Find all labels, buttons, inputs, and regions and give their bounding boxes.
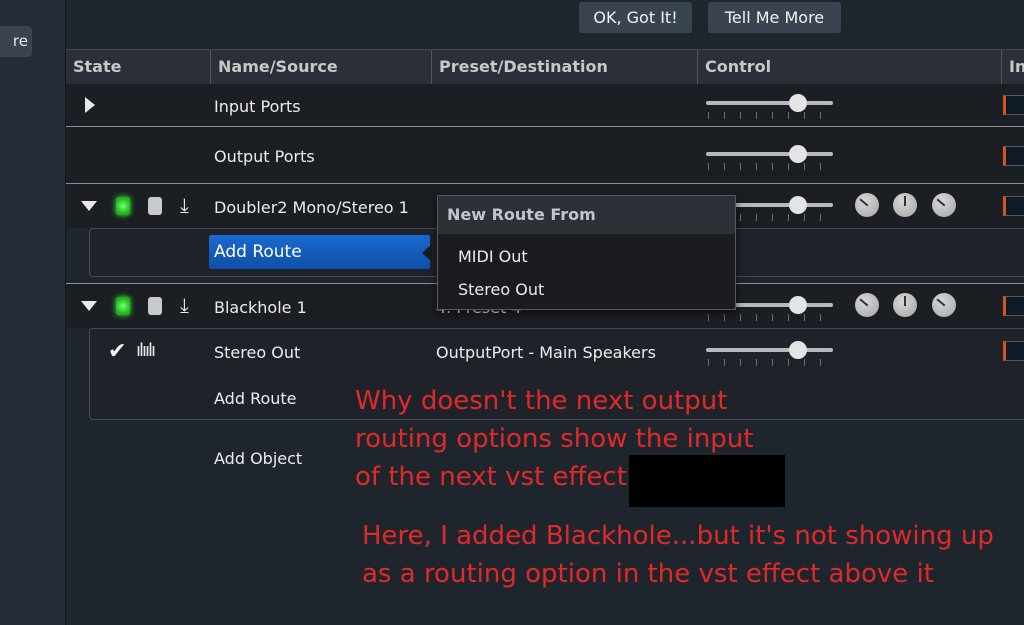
popup-pointer (422, 244, 432, 262)
row-label-blackhole: Blackhole 1 (214, 298, 307, 317)
slider-ticks (708, 359, 833, 366)
popup-item-stereo-out[interactable]: Stereo Out (458, 280, 544, 299)
collapse-arrow-icon[interactable] (81, 301, 97, 311)
power-led-icon[interactable] (116, 197, 130, 215)
volume-slider-handle[interactable] (789, 196, 807, 214)
new-route-popup: New Route From MIDI Out Stereo Out (437, 195, 736, 310)
annotation-line-5: as a routing option in the vst effect ab… (362, 559, 934, 589)
level-meter (1003, 146, 1024, 166)
notification-bar (66, 0, 1024, 48)
table-row-output-ports[interactable] (66, 127, 1024, 183)
slider-ticks (708, 314, 833, 321)
volume-slider-track[interactable] (706, 101, 833, 105)
ok-got-it-button[interactable]: OK, Got It! (579, 2, 692, 33)
tell-me-more-button[interactable]: Tell Me More (708, 2, 841, 33)
route-destination-main-speakers[interactable]: OutputPort - Main Speakers (436, 343, 656, 362)
row-label-input-ports: Input Ports (214, 97, 301, 116)
row-label-output-ports: Output Ports (214, 147, 315, 166)
rotary-knob-icon[interactable] (932, 293, 956, 317)
column-header-control[interactable]: Control (697, 50, 1001, 84)
left-panel-button[interactable]: re (0, 26, 32, 57)
bypass-led-icon[interactable] (148, 197, 162, 215)
level-meter (1003, 341, 1024, 361)
add-route-button-blackhole[interactable]: Add Route (214, 389, 297, 408)
slider-ticks (708, 112, 833, 119)
rotary-knob-icon[interactable] (855, 193, 879, 217)
bypass-led-icon[interactable] (148, 297, 162, 315)
rotary-knob-icon[interactable] (932, 193, 956, 217)
table-row-input-ports[interactable] (66, 84, 1024, 127)
popup-title: New Route From (438, 196, 735, 234)
volume-slider-track[interactable] (706, 152, 833, 156)
annotation-line-1: Why doesn't the next output (355, 386, 728, 416)
level-meter (1003, 196, 1024, 216)
column-header-state[interactable]: State (66, 50, 210, 84)
volume-slider-handle[interactable] (789, 94, 807, 112)
add-route-button-doubler[interactable]: Add Route (209, 235, 430, 269)
column-header-preset-destination[interactable]: Preset/Destination (431, 50, 697, 84)
level-meter (1003, 95, 1024, 115)
left-panel (0, 0, 66, 625)
level-meter (1003, 296, 1024, 316)
checkmark-icon[interactable]: ✔ (108, 339, 126, 364)
rotary-knob-icon[interactable] (893, 293, 917, 317)
annotation-line-2: routing options show the input (355, 424, 754, 454)
power-led-icon[interactable] (116, 297, 130, 315)
route-down-icon[interactable]: ⤓ (180, 193, 189, 217)
expand-arrow-icon[interactable] (85, 97, 95, 113)
volume-slider-handle[interactable] (789, 341, 807, 359)
add-object-button[interactable]: Add Object (214, 449, 302, 468)
column-header-name-source[interactable]: Name/Source (210, 50, 431, 84)
popup-item-midi-out[interactable]: MIDI Out (458, 247, 528, 266)
audio-wave-icon: ılıılı (136, 340, 156, 361)
redaction-box (629, 455, 785, 507)
row-label-doubler: Doubler2 Mono/Stereo 1 (214, 198, 409, 217)
collapse-arrow-icon[interactable] (81, 201, 97, 211)
rotary-knob-icon[interactable] (855, 293, 879, 317)
volume-slider-track[interactable] (706, 348, 833, 352)
route-down-icon[interactable]: ⤓ (180, 293, 189, 317)
table-header: State Name/Source Preset/Destination Con… (66, 49, 1024, 85)
annotation-line-3: of the next vst effect - (355, 462, 645, 492)
slider-ticks (708, 163, 833, 170)
rotary-knob-icon[interactable] (893, 193, 917, 217)
route-source-stereo-out: Stereo Out (214, 343, 301, 362)
annotation-line-4: Here, I added Blackhole...but it's not s… (362, 521, 994, 551)
volume-slider-handle[interactable] (789, 145, 807, 163)
column-header-in[interactable]: In (1001, 50, 1024, 84)
volume-slider-handle[interactable] (789, 296, 807, 314)
